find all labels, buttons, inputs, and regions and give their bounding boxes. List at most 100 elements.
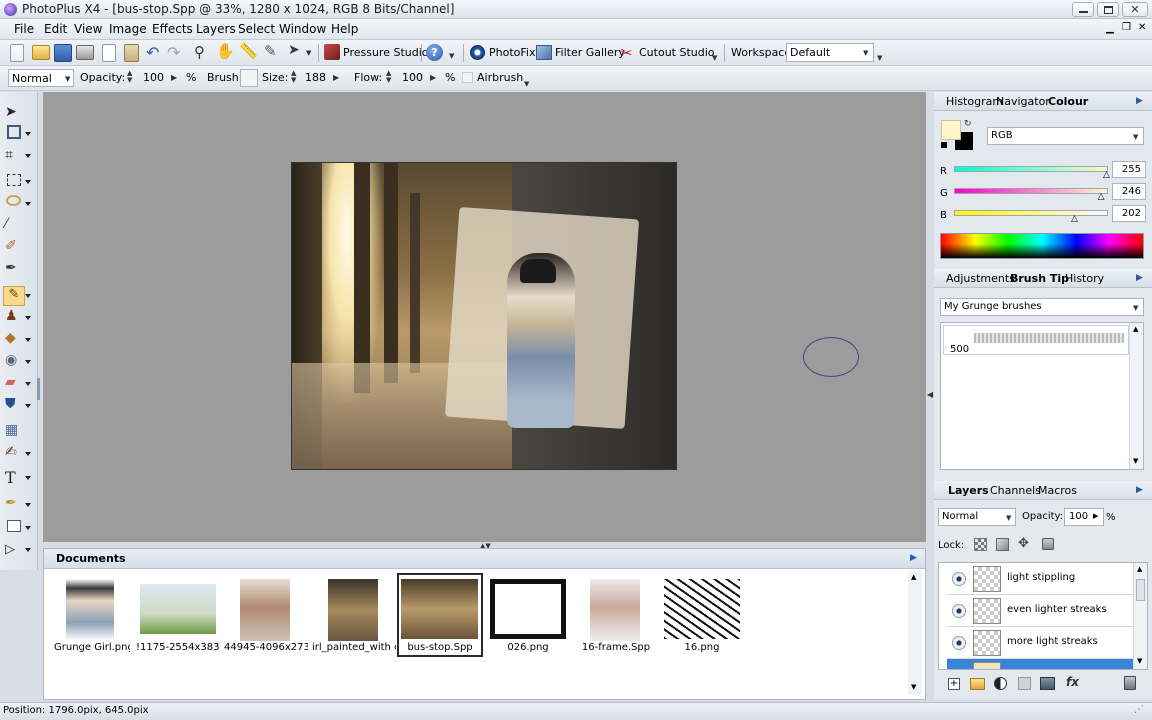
r-slider[interactable] bbox=[954, 166, 1108, 172]
b-slider[interactable] bbox=[954, 210, 1108, 216]
rectangle-select-icon[interactable] bbox=[7, 174, 21, 186]
size-value[interactable]: 188 bbox=[305, 71, 326, 84]
adjustment-layer-icon[interactable] bbox=[994, 677, 1007, 690]
r-slider-thumb[interactable]: △ bbox=[1103, 170, 1110, 180]
b-value[interactable]: 202 bbox=[1112, 205, 1146, 222]
tab-adjustments[interactable]: Adjustments bbox=[946, 272, 1015, 285]
colour-panel-menu-icon[interactable]: ▶ bbox=[1136, 96, 1143, 106]
paste-icon[interactable] bbox=[124, 44, 139, 62]
menu-effects[interactable]: Effects bbox=[152, 22, 193, 36]
pressure-studio-button[interactable]: Pressure Studio bbox=[343, 46, 429, 59]
layer-opacity-arrow-icon[interactable]: ▶ bbox=[1093, 512, 1098, 520]
r-value[interactable]: 255 bbox=[1112, 161, 1146, 178]
lasso-icon[interactable] bbox=[6, 195, 21, 206]
brush-tool-icon[interactable]: ✎ bbox=[264, 42, 277, 60]
zoom-icon[interactable]: ⚲ bbox=[194, 43, 205, 61]
document-image[interactable] bbox=[291, 162, 677, 470]
rectangle-shape-icon[interactable] bbox=[7, 520, 21, 532]
toolbar-overflow-2-icon[interactable]: ▼ bbox=[877, 54, 882, 62]
menu-window[interactable]: Window bbox=[279, 22, 326, 36]
right-splitter-icon[interactable]: ◀ bbox=[927, 390, 933, 399]
layer-style-icon[interactable] bbox=[1040, 677, 1055, 690]
cutout-studio-button[interactable]: Cutout Studio bbox=[639, 46, 715, 59]
docs-scroll-down-icon[interactable]: ▼ bbox=[911, 683, 916, 691]
tab-channels[interactable]: Channels bbox=[990, 484, 1041, 497]
brush-preview[interactable] bbox=[240, 69, 258, 87]
flow-spinner-icon[interactable]: ▲ ▼ bbox=[386, 70, 391, 84]
resize-grip-icon[interactable]: ⋰ bbox=[1134, 704, 1144, 715]
opacity-slider-arrow-icon[interactable]: ▶ bbox=[171, 73, 177, 82]
lock-position-icon[interactable]: ✥ bbox=[1018, 536, 1029, 551]
warp-tool-icon[interactable]: ▦ bbox=[5, 422, 23, 440]
doc-thumb-1[interactable] bbox=[140, 584, 216, 634]
fill-tool-icon[interactable]: ⛊ bbox=[5, 396, 23, 414]
layers-panel-menu-icon[interactable]: ▶ bbox=[1136, 485, 1143, 495]
workspace-select[interactable]: Default ▼ bbox=[786, 43, 874, 62]
layers-list[interactable]: light stippling even lighter streaks mor… bbox=[938, 562, 1148, 670]
docs-scroll-up-icon[interactable]: ▲ bbox=[911, 573, 916, 581]
new-file-icon[interactable] bbox=[10, 44, 24, 62]
toolbox-splitter-icon[interactable] bbox=[37, 378, 40, 400]
size-slider-arrow-icon[interactable]: ▶ bbox=[333, 73, 339, 82]
pen-tool-icon[interactable]: ✍ bbox=[5, 444, 23, 462]
delete-layer-icon[interactable] bbox=[1124, 676, 1136, 690]
airbrush-checkbox[interactable] bbox=[462, 72, 473, 83]
menu-help[interactable]: Help bbox=[331, 22, 358, 36]
doc-thumb-6[interactable] bbox=[590, 579, 640, 641]
colour-spectrum[interactable] bbox=[940, 233, 1144, 259]
layer-row-2[interactable]: more light streaks bbox=[947, 627, 1141, 659]
blend-mode-select[interactable]: Normal ▼ bbox=[8, 69, 74, 87]
layers-scrollbar[interactable]: ▲ ▼ bbox=[1133, 563, 1147, 669]
menu-image[interactable]: Image bbox=[109, 22, 147, 36]
b-slider-thumb[interactable]: △ bbox=[1071, 214, 1078, 224]
pan-hand-icon[interactable]: ✋ bbox=[216, 42, 235, 60]
eyedropper-icon[interactable]: ✒ bbox=[5, 260, 23, 278]
doc-thumb-7[interactable] bbox=[664, 579, 740, 639]
doc-thumb-3[interactable] bbox=[328, 579, 378, 641]
toolbar-overflow-icon[interactable]: ▼ bbox=[712, 54, 717, 62]
menu-layers[interactable]: Layers bbox=[196, 22, 236, 36]
canvas-area[interactable] bbox=[43, 92, 926, 542]
tab-layers[interactable]: Layers bbox=[948, 484, 989, 497]
layer-opacity-input[interactable]: 100 ▶ bbox=[1064, 508, 1104, 526]
reset-colours-icon[interactable] bbox=[941, 142, 947, 148]
measure-icon[interactable]: 📏 bbox=[239, 42, 258, 60]
filter-gallery-button[interactable]: Filter Gallery bbox=[555, 46, 625, 59]
menu-view[interactable]: View bbox=[74, 22, 102, 36]
documents-menu-icon[interactable]: ▶ bbox=[910, 553, 917, 563]
tab-colour[interactable]: Colour bbox=[1048, 95, 1088, 108]
photofix-icon[interactable] bbox=[470, 45, 485, 60]
brush-list[interactable]: 500 ▲ ▼ bbox=[940, 322, 1144, 470]
menu-select[interactable]: Select bbox=[238, 22, 275, 36]
photofix-button[interactable]: PhotoFix bbox=[489, 46, 535, 59]
crop-tool-icon[interactable]: ⌗ bbox=[5, 147, 23, 165]
brush-item[interactable]: 500 bbox=[943, 325, 1129, 355]
layer-row-0[interactable]: light stippling bbox=[947, 563, 1141, 595]
shape-pen-icon[interactable]: ✒ bbox=[5, 495, 23, 513]
redo-icon[interactable]: ↷ bbox=[167, 43, 180, 62]
doc-thumb-0[interactable] bbox=[66, 579, 114, 641]
sponge-tool-icon[interactable]: ◆ bbox=[5, 330, 23, 348]
open-folder-icon[interactable] bbox=[32, 45, 50, 60]
opacity-value[interactable]: 100 bbox=[143, 71, 164, 84]
flow-slider-arrow-icon[interactable]: ▶ bbox=[430, 73, 436, 82]
layer-blend-select[interactable]: Normal ▼ bbox=[938, 508, 1016, 526]
minimize-button[interactable] bbox=[1072, 2, 1094, 17]
colour-mode-select[interactable]: RGB ▼ bbox=[987, 127, 1144, 145]
g-slider[interactable] bbox=[954, 188, 1108, 194]
brush-panel-menu-icon[interactable]: ▶ bbox=[1136, 273, 1143, 283]
node-tool-icon[interactable]: ▷ bbox=[5, 542, 23, 560]
primary-colour-swatch[interactable] bbox=[941, 120, 961, 140]
layer-fx-icon[interactable]: fx bbox=[1066, 675, 1079, 689]
tab-brush-tip[interactable]: Brush Tip bbox=[1010, 272, 1069, 285]
documents-scrollbar[interactable]: ▲ ▼ bbox=[908, 571, 922, 695]
g-value[interactable]: 246 bbox=[1112, 183, 1146, 200]
lock-transparency-icon[interactable] bbox=[974, 538, 987, 551]
brush-scroll-down-icon[interactable]: ▼ bbox=[1133, 457, 1138, 465]
maximize-button[interactable] bbox=[1097, 2, 1119, 17]
layers-scroll-thumb[interactable] bbox=[1136, 579, 1145, 601]
brush-scroll-up-icon[interactable]: ▲ bbox=[1133, 325, 1138, 333]
doc-restore-icon[interactable]: ❐ bbox=[1122, 22, 1131, 33]
select-arrow-dropdown-icon[interactable]: ▼ bbox=[306, 49, 311, 57]
clone-tool-icon[interactable]: ♟ bbox=[5, 308, 23, 326]
